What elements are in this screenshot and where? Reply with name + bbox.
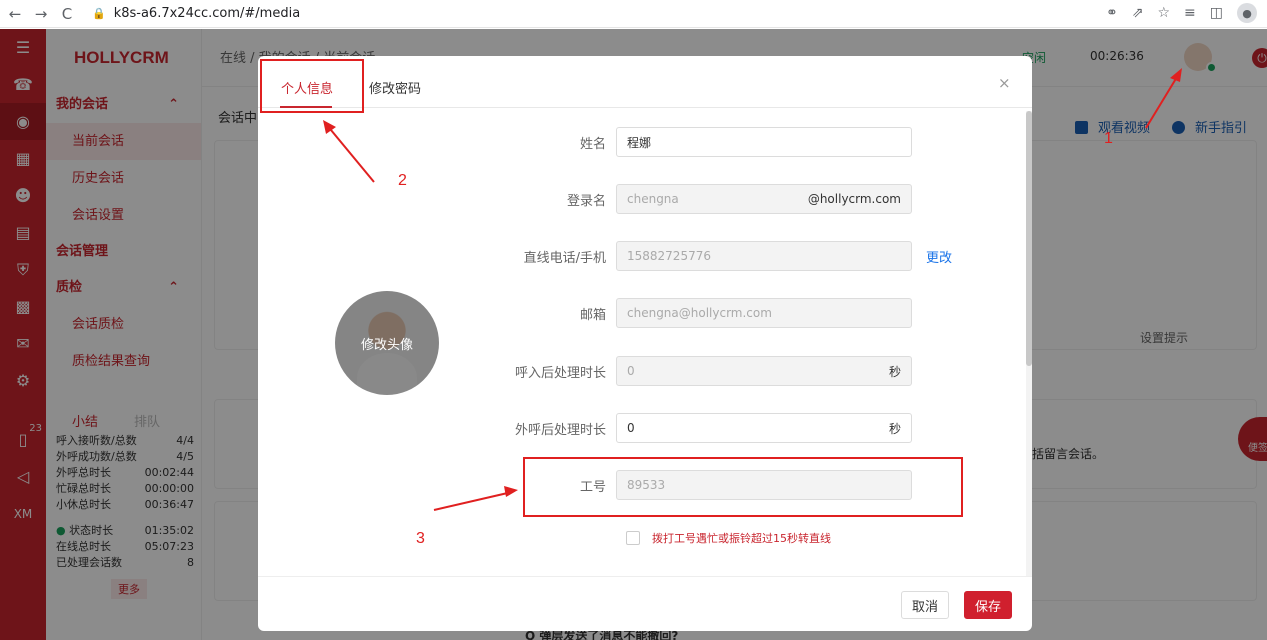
annotation-arrow-1	[1145, 71, 1181, 129]
annotation-arrowhead-1	[1170, 68, 1182, 82]
annotation-arrow-3	[433, 491, 513, 511]
annotation-arrowhead-3	[504, 486, 518, 497]
annotation-arrowhead-2	[323, 120, 336, 134]
annotation-arrow-2	[325, 123, 375, 183]
annotation-arrows	[323, 68, 1182, 511]
